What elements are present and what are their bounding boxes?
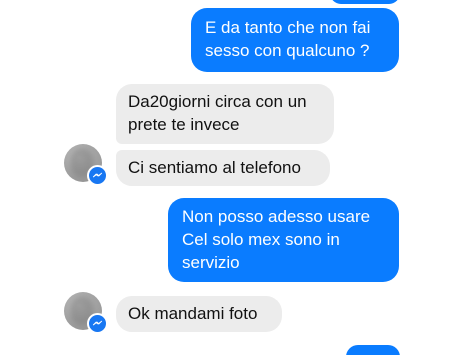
messenger-icon [87, 165, 108, 186]
message-text-line: Ci sentiamo al telefono [128, 158, 301, 177]
message-bubble-received[interactable]: Ok mandami foto [116, 296, 282, 332]
message-text-line: sesso con qualcuno ? [205, 41, 370, 60]
message-text-line: Non posso adesso usare [182, 207, 371, 226]
messenger-icon [87, 313, 108, 334]
message-text-line: Cel solo mex sono in [182, 230, 340, 249]
message-text-line: Da20giorni circa con un [128, 92, 307, 111]
message-bubble-received[interactable]: Da20giorni circa con un prete te invece [116, 84, 334, 144]
contact-avatar[interactable] [64, 144, 108, 186]
message-bubble-received[interactable]: Ci sentiamo al telefono [116, 150, 330, 186]
message-text-line: E da tanto che non fai [205, 18, 371, 37]
contact-avatar[interactable] [64, 292, 108, 334]
message-bubble-cropped-top [330, 0, 400, 4]
message-bubble-sent[interactable]: E da tanto che non fai sesso con qualcun… [191, 8, 399, 72]
message-bubble-cropped-bottom [346, 345, 400, 355]
message-bubble-sent[interactable]: Non posso adesso usare Cel solo mex sono… [168, 198, 399, 282]
message-thread: E da tanto che non fai sesso con qualcun… [0, 0, 474, 355]
message-text-line: prete te invece [128, 115, 240, 134]
message-text-line: servizio [182, 253, 240, 272]
message-text-line: Ok mandami foto [128, 304, 258, 323]
